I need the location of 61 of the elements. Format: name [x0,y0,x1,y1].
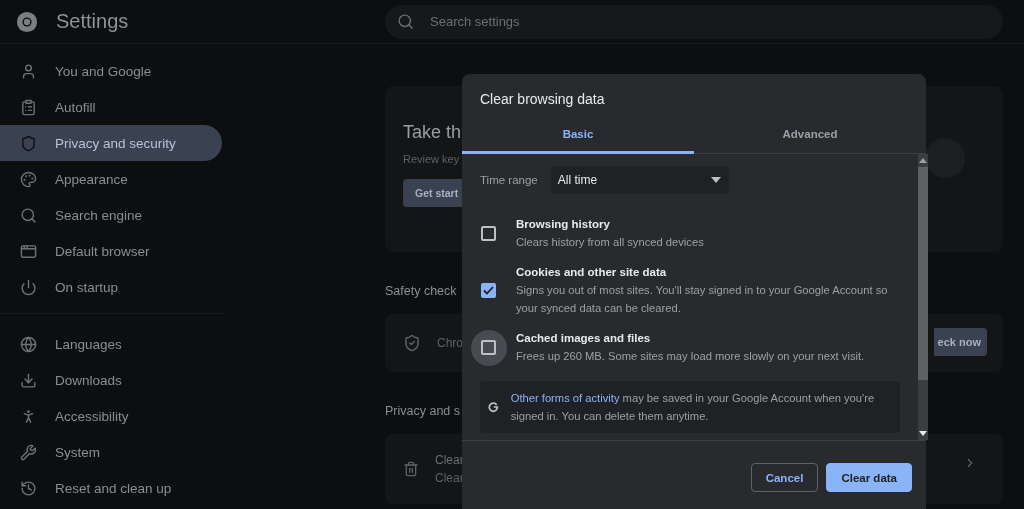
shield-icon [20,134,37,152]
time-range-label: Time range [480,174,538,186]
tab[interactable]: Basic [462,117,694,154]
sidebar-item[interactable]: Appearance [0,161,222,197]
sidebar-item[interactable]: Languages [0,326,222,362]
sidebar-item[interactable]: You and Google [0,53,222,89]
palette-icon [20,170,37,188]
sidebar-item[interactable]: Accessibility [0,398,222,434]
dialog-title: Clear browsing data [479,90,606,109]
promo-title: Take th [403,122,462,143]
search-icon [397,13,414,30]
search-input[interactable]: Search settings [428,13,728,30]
dropdown-caret-icon [710,177,721,183]
search-field[interactable]: Search settings [385,4,1003,39]
sidebar-item[interactable]: System [0,434,222,470]
option-description: Frees up 260 MB. Some sites may load more slowly on your next visit. [516,349,866,364]
checkbox[interactable] [481,339,496,355]
download-icon [20,371,37,389]
chrome-logo-icon [16,10,38,33]
notice-text: Other forms of activity may be saved in your Google Account when you're signed in. You can delete them anytime. [510,391,876,424]
checkbox[interactable] [481,282,496,298]
section-heading: Privacy and s [385,404,461,418]
row-subtitle: Clear [435,471,464,485]
page-title: Settings [56,10,129,33]
browser-window-icon [20,242,37,260]
option-title: Cookies and other site data [516,265,668,280]
section-heading: Safety check [385,284,457,298]
power-icon [20,278,37,296]
trash-icon [403,461,419,477]
sidebar-item[interactable]: On startup [0,269,222,305]
wrench-icon [20,443,37,461]
option-title: Cached images and files [516,331,652,346]
cancel-button[interactable]: Cancel [750,463,819,492]
person-icon [20,62,37,80]
sidebar-item[interactable]: Autofill [0,89,222,125]
clipboard-icon [20,98,37,116]
shield-check-icon [403,334,421,352]
safety-check-text: Chro [437,336,463,350]
scroll-up-arrow-icon[interactable] [919,158,927,163]
scrollbar[interactable] [918,154,928,440]
sidebar-item[interactable]: Downloads [0,362,222,398]
clear-data-button[interactable]: Clear data [826,463,912,492]
check-now-button[interactable]: eck now [933,328,987,356]
row-title: Clear [435,453,464,467]
promo-text: Review key [403,153,460,165]
time-range-dropdown[interactable]: All time [550,166,729,194]
option-description: Clears history from all synced devices [516,235,705,250]
sidebar-item[interactable]: Default browser [0,233,222,269]
globe-icon [20,335,37,353]
search-icon [20,206,37,224]
activity-link[interactable]: Other forms of activity [510,392,620,404]
sidebar-item[interactable]: Reset and clean up [0,470,222,506]
option-description: Signs you out of most sites. You'll stay signed in to your Google Account so your synced data can be cleared. [516,283,889,316]
scroll-down-arrow-icon[interactable] [919,431,927,436]
google-logo-icon [488,399,499,415]
sidebar-item[interactable]: Search engine [0,197,222,233]
history-icon [20,479,37,497]
option-title: Browsing history [516,217,611,232]
sidebar-item[interactable]: Privacy and security [0,125,222,161]
checkbox[interactable] [481,225,496,241]
tab[interactable]: Advanced [694,117,926,154]
